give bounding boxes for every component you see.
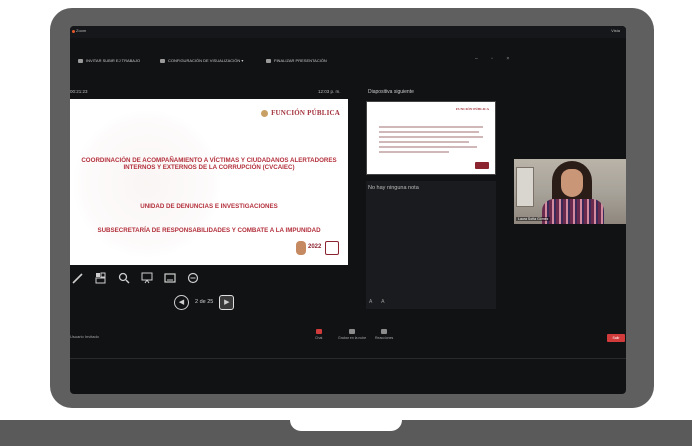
- slide-watermark: [72, 109, 222, 259]
- share-icon: [78, 58, 83, 63]
- view-button[interactable]: Vista: [611, 28, 620, 33]
- toolbar-item-display-settings[interactable]: CONFIGURACIÓN DE VISUALIZACIÓN ▾: [160, 58, 243, 63]
- presentation-icon: [266, 58, 271, 63]
- participant-face: [561, 169, 583, 197]
- chat-icon: [315, 329, 322, 334]
- participant-name: Laura Sofía Gómez: [516, 217, 551, 221]
- record-label: Grabar en la nube: [338, 336, 367, 340]
- background-window: [516, 167, 534, 207]
- toolbar-item-invite[interactable]: INVITAR SUBIR EJ TRABAJO: [78, 58, 140, 63]
- window-titlebar: Zoom Vista: [70, 26, 626, 38]
- reactions-button[interactable]: Reacciones: [375, 329, 393, 340]
- clock: 12:03 p. m.: [318, 89, 341, 94]
- app-logo-icon: [72, 30, 75, 33]
- laptop-notch: [290, 420, 402, 431]
- toolbar-item-label: FINALIZAR PRESENTACIÓN: [274, 58, 327, 63]
- slide-pager: ◀ 2 de 25 ▶: [174, 293, 254, 311]
- slide-logo-text: FUNCIÓN PÚBLICA: [271, 109, 340, 117]
- thumbnail-text-line: [379, 151, 449, 153]
- chat-label: Chat: [315, 336, 323, 340]
- thumbnail-text-line: [379, 131, 479, 133]
- thumbnail-text-line: [379, 146, 477, 148]
- slide-tools: [70, 269, 230, 287]
- pen-icon[interactable]: [72, 272, 84, 284]
- notes-text: No hay ninguna nota: [368, 185, 419, 191]
- slide-subtitle-2: SUBSECRETARÍA DE RESPONSABILIDADES Y COM…: [97, 227, 321, 234]
- slide-emblem: 2022: [296, 241, 340, 257]
- chat-button[interactable]: Chat: [315, 329, 322, 340]
- app-name: Zoom: [76, 28, 87, 33]
- thumbnail-emblem-icon: [475, 162, 489, 169]
- next-slide-thumbnail[interactable]: FUNCIÓN PÚBLICA: [366, 101, 496, 175]
- window-controls[interactable]: – ▫ ×: [475, 56, 515, 62]
- slide-counter: 2 de 25: [195, 299, 214, 305]
- zoom-icon[interactable]: [118, 272, 130, 284]
- portrait-icon: [296, 241, 306, 255]
- current-slide: FUNCIÓN PÚBLICA COORDINACIÓN DE ACOMPAÑA…: [70, 99, 348, 265]
- reactions-label: Reacciones: [375, 336, 394, 340]
- slide-subtitle: UNIDAD DE DENUNCIAS E INVESTIGACIONES: [140, 203, 278, 210]
- thumbnail-text-line: [379, 136, 483, 138]
- pointer-icon[interactable]: [141, 272, 153, 284]
- slide-logo: FUNCIÓN PÚBLICA: [261, 109, 340, 117]
- toolbar-item-label: CONFIGURACIÓN DE VISUALIZACIÓN ▾: [168, 58, 244, 63]
- next-slide-label: Diapositiva siguiente: [368, 89, 414, 95]
- elapsed-timer: 00:21:23: [70, 89, 88, 94]
- user-status[interactable]: Usuario Invitado: [70, 334, 99, 339]
- divider: [70, 358, 626, 359]
- notes-font-size-controls[interactable]: A A: [369, 299, 389, 305]
- meeting-controls-bar: Usuario Invitado Chat Grabar en la nube …: [70, 326, 626, 348]
- thumbnail-text-line: [379, 126, 483, 128]
- emblem-badge-icon: [325, 241, 339, 255]
- speaker-notes[interactable]: No hay ninguna nota A A: [366, 181, 496, 309]
- thumbnail-text-line: [379, 141, 469, 143]
- record-button[interactable]: Grabar en la nube: [338, 329, 366, 340]
- emblem-year: 2022: [308, 244, 322, 250]
- next-slide-button[interactable]: ▶: [219, 294, 235, 310]
- laptop-screen: Zoom Vista INVITAR SUBIR EJ TRABAJO CONF…: [70, 26, 626, 394]
- slide-grid-icon[interactable]: [95, 272, 107, 284]
- toolbar-item-end-presentation[interactable]: FINALIZAR PRESENTACIÓN: [266, 58, 327, 63]
- thumbnail-logo: FUNCIÓN PÚBLICA: [456, 107, 489, 111]
- previous-slide-button[interactable]: ◀: [174, 294, 189, 310]
- record-icon: [349, 329, 356, 334]
- phone-icon: [160, 58, 165, 63]
- seal-icon: [261, 109, 269, 117]
- slide-title: COORDINACIÓN DE ACOMPAÑAMIENTO A VÍCTIMA…: [81, 157, 337, 172]
- presenter-toolbar: INVITAR SUBIR EJ TRABAJO CONFIGURACIÓN D…: [70, 56, 520, 70]
- reactions-icon: [381, 329, 388, 334]
- leave-button[interactable]: Salir: [607, 334, 625, 342]
- more-options-icon[interactable]: [187, 272, 199, 284]
- subtitles-icon[interactable]: [164, 272, 176, 284]
- toolbar-item-label: INVITAR SUBIR EJ TRABAJO: [86, 58, 141, 63]
- participant-video[interactable]: Laura Sofía Gómez: [514, 159, 626, 224]
- participant-body: [542, 199, 604, 224]
